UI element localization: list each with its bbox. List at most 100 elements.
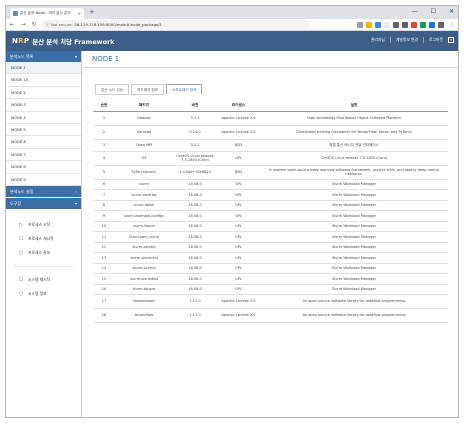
table-row: 2 Horovod 0.14.0 Apache License 2.0 Distribu… <box>93 125 448 140</box>
tool-label: 시스템 재시작 <box>28 276 51 282</box>
tools-list: ▷ 프로세스 시작 ☐ 프로세스 재시작 ○ 프로세스 정보 <box>6 218 81 260</box>
table-cell: 18.08.0 <box>173 179 217 190</box>
node-list-header[interactable]: 분석노드 목록 ▾ <box>6 51 81 62</box>
logout-link[interactable]: 로그아웃 <box>429 37 443 43</box>
back-button[interactable]: ← <box>9 21 15 28</box>
table-cell: Horovod <box>115 125 173 140</box>
table-cell: An open-source software library for data… <box>260 308 448 323</box>
table-cell: Apache License 2.0 <box>217 294 260 309</box>
tab-2[interactable]: 하드웨어 정보 <box>131 84 165 95</box>
exit-icon[interactable]: → <box>448 37 454 43</box>
table-row: 4 OS CentOS Linux release 7.5.1804 (Core) G… <box>93 151 448 166</box>
new-tab-button[interactable]: + <box>89 8 95 17</box>
sidebar-tool-item[interactable]: ☐ 시스템 재시작 <box>6 273 81 287</box>
table-cell: Apache License 2.0 <box>217 125 260 140</box>
app-header: NRP 분산 분석 처당 Framework 관리자님 개발정보 변경 로그아웃… <box>6 31 458 51</box>
chevron-right-icon: › <box>75 188 77 194</box>
omnibox[interactable]: ⓘ Not secure 58.119.116.156:8000/main#/n… <box>42 20 310 29</box>
tools-header[interactable]: 도구함 ▾ <box>6 197 81 209</box>
sidebar-item-node[interactable]: NODE 2 <box>6 87 81 100</box>
node-list: NODE 1 NODE 10 NODE 2 NODE 3 NODE 4 NODE 5 NOD… <box>6 62 81 186</box>
table-cell: 18.08.0 <box>173 284 217 295</box>
tool-label: 시스템 정보 <box>28 290 47 296</box>
table-cell: 18.08.0 <box>173 231 217 243</box>
sidebar-tool-item[interactable]: ○ 시스템 정보 <box>6 287 81 301</box>
table-cell: slurm-perlapi <box>115 242 173 253</box>
column-header: 설명 <box>260 100 448 112</box>
extension-icon[interactable] <box>357 21 363 28</box>
sidebar-item-node[interactable]: NODE 9 <box>6 174 81 186</box>
section-label: 도구함 <box>10 200 22 206</box>
sidebar-item-node[interactable]: NODE 6 <box>6 136 81 149</box>
system-tools-list: ☐ 시스템 재시작 ○ 시스템 정보 <box>6 273 81 301</box>
extension-icon[interactable] <box>438 21 444 28</box>
tool-icon: ☐ <box>18 276 24 283</box>
browser-menu-icon[interactable]: ⋮ <box>449 21 455 28</box>
table-cell: 5 <box>93 165 115 180</box>
extension-icon[interactable] <box>366 21 372 28</box>
sidebar-item-node[interactable]: NODE 8 <box>6 161 81 174</box>
settings-link[interactable]: 개발정보 변경 <box>396 37 418 43</box>
url-text[interactable]: 58.119.116.156:8000/main#/node_package/1 <box>74 22 161 27</box>
extension-icon[interactable] <box>402 21 408 28</box>
sidebar-item-node[interactable]: NODE 10 <box>6 74 81 87</box>
tab-1[interactable]: 분산 노드 성능 <box>95 84 130 95</box>
table-cell: 1.0.0a0+54e8623 <box>173 165 217 180</box>
tab-3[interactable]: 소프트웨어 정보 <box>166 84 203 95</box>
table-cell: GPL <box>217 273 260 285</box>
sidebar-item-node[interactable]: NODE 7 <box>6 149 81 162</box>
sidebar-item-node[interactable]: NODE 1 <box>6 62 81 75</box>
extension-icon[interactable] <box>375 21 381 28</box>
table-row: 17 tensorboard 1.11.0 Apache License 2.0 An … <box>93 294 448 309</box>
table-cell: 18.08.0 <box>173 242 217 253</box>
tool-icon: ○ <box>18 290 24 297</box>
minimize-button[interactable]: — <box>412 6 418 18</box>
table-cell: 18.08.0 <box>173 252 217 264</box>
table-row: 1 Hadoop 3.1.1 Apache License 2.0 High Avail… <box>93 111 448 126</box>
table-cell: 1.11.0 <box>173 308 217 323</box>
table-cell: tensorboard <box>115 294 173 309</box>
reload-button[interactable]: ↻ <box>31 21 37 28</box>
maximize-button[interactable]: ☐ <box>431 6 436 18</box>
extensions-bar <box>357 21 444 28</box>
page-title: NODE 1 <box>84 51 458 68</box>
extension-icon[interactable] <box>420 21 426 28</box>
user-menu[interactable]: 관리자님 <box>371 37 385 43</box>
extension-icon[interactable] <box>384 21 390 28</box>
sidebar-tool-item[interactable]: ○ 프로세스 정보 <box>6 246 81 260</box>
table-cell: Slurm Workload Manager <box>260 200 448 211</box>
sidebar-tool-item[interactable]: ▷ 프로세스 시작 <box>6 218 81 232</box>
table-row: 8 slurm-devel 18.08.0 GPL Slurm Workload Man… <box>93 200 448 211</box>
table-cell: A modern open-source deep learning softw… <box>260 165 448 180</box>
table-cell: slurm-example-configs <box>115 210 173 222</box>
table-cell: 18.08.0 <box>173 210 217 222</box>
table-cell: Slurm Workload Manager <box>260 252 448 264</box>
table-cell: Slurm Workload Manager <box>260 210 448 222</box>
sidebar-item-node[interactable]: NODE 4 <box>6 112 81 124</box>
sidebar-item-node[interactable]: NODE 3 <box>6 99 81 112</box>
software-table: 순번 패키지 버전 라이센스 설명 1 Hadoop 3.1.1 Apache License… <box>93 100 448 323</box>
table-cell: 18.08.0 <box>173 263 217 274</box>
app-logo[interactable]: NRP <box>12 37 29 45</box>
extension-icon[interactable] <box>429 21 435 28</box>
browser-tab[interactable]: 분산 분석 Node - 머지 분산 분석 × <box>10 8 84 19</box>
table-cell: Apache License 2.0 <box>217 111 260 126</box>
table-cell: Slurm Workload Manager <box>260 231 448 243</box>
table-cell: High Availability Distributed Object-Ori… <box>260 111 448 126</box>
logo-letter: P <box>23 37 30 45</box>
extension-icon[interactable] <box>411 21 417 28</box>
browser-window: 분산 분석 Node - 머지 분산 분석 × + — ☐ ✕ ← → ↻ ⓘ … <box>5 5 459 418</box>
forward-button[interactable]: → <box>20 21 26 28</box>
sidebar-tool-item[interactable]: ☐ 프로세스 재시작 <box>6 232 81 246</box>
table-row: 18 tensorflow 1.11.0 Apache License 2.0 An o… <box>93 308 448 323</box>
extension-icon[interactable] <box>393 21 399 28</box>
node-settings-header[interactable]: 분석노드 설정 › <box>6 185 81 197</box>
tab-title: 분산 분석 Node - 머지 분산 분석 <box>20 11 71 15</box>
table-cell: OS <box>115 151 173 166</box>
tab-close-icon[interactable]: × <box>78 11 81 16</box>
table-cell: Apache License 2.0 <box>217 308 260 323</box>
not-secure-indicator[interactable]: ⓘ Not secure <box>46 22 71 28</box>
sidebar-item-node[interactable]: NODE 5 <box>6 124 81 137</box>
table-row: 9 slurm-example-configs 18.08.0 GPL Slurm Wo… <box>93 210 448 222</box>
close-window-button[interactable]: ✕ <box>449 6 454 18</box>
